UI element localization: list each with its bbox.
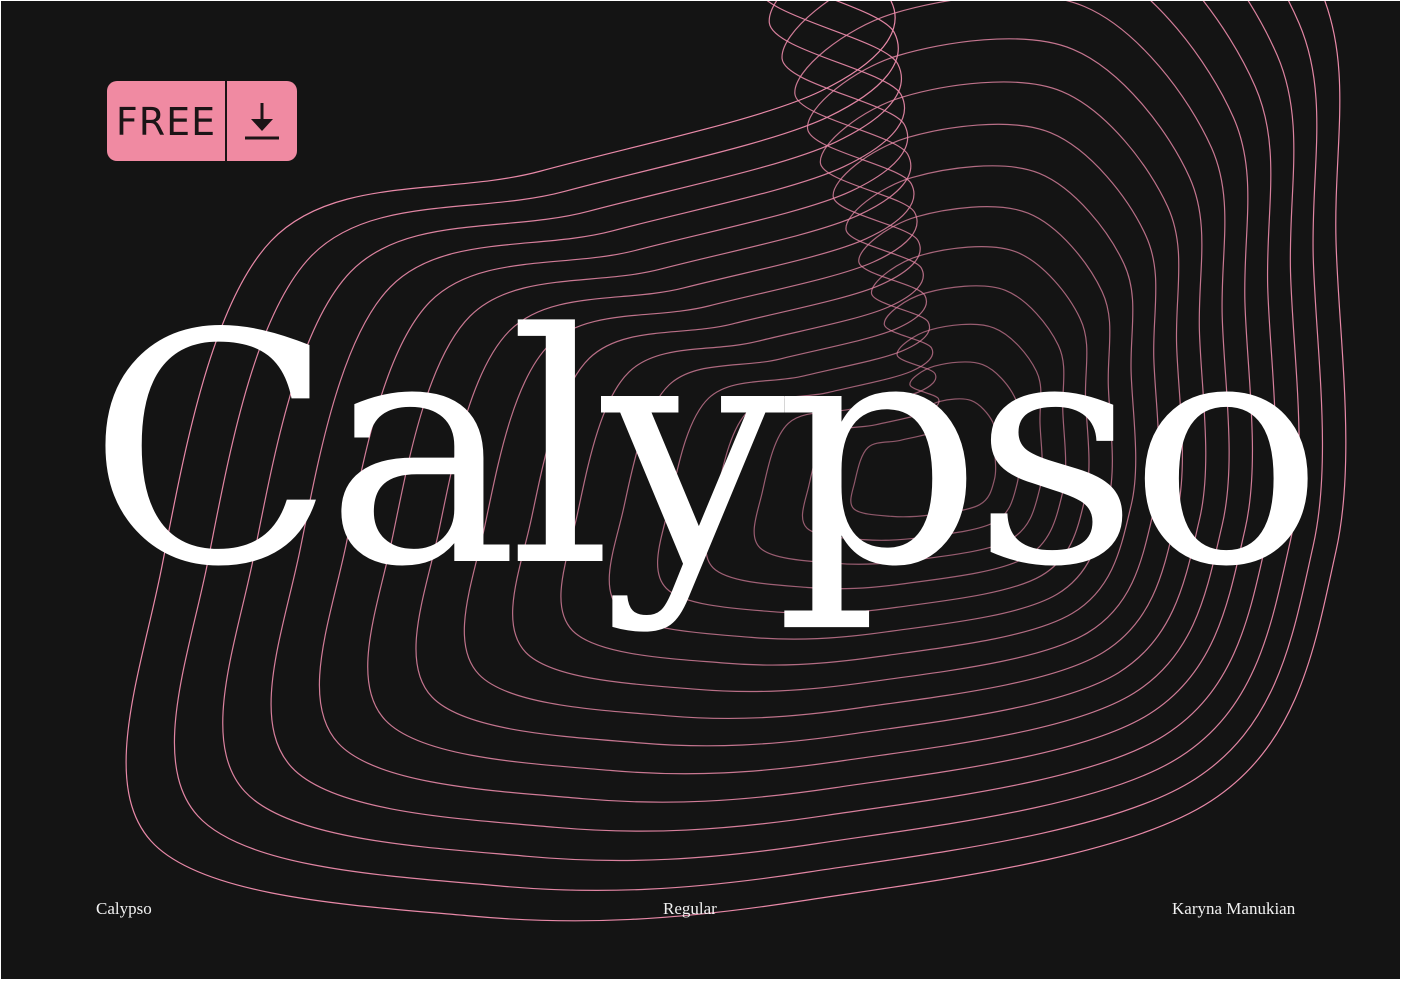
download-icon <box>227 81 297 161</box>
font-specimen-title: Calypso <box>87 266 1324 636</box>
poster-canvas: FREE Calypso Calypso Regular Karyna Manu… <box>1 1 1400 979</box>
footer-font-name: Calypso <box>96 899 152 918</box>
footer-font-style: Regular <box>663 899 717 918</box>
free-label: FREE <box>115 100 217 144</box>
footer-author: Karyna Manukian <box>1172 899 1296 918</box>
free-download-button[interactable]: FREE <box>107 81 297 161</box>
